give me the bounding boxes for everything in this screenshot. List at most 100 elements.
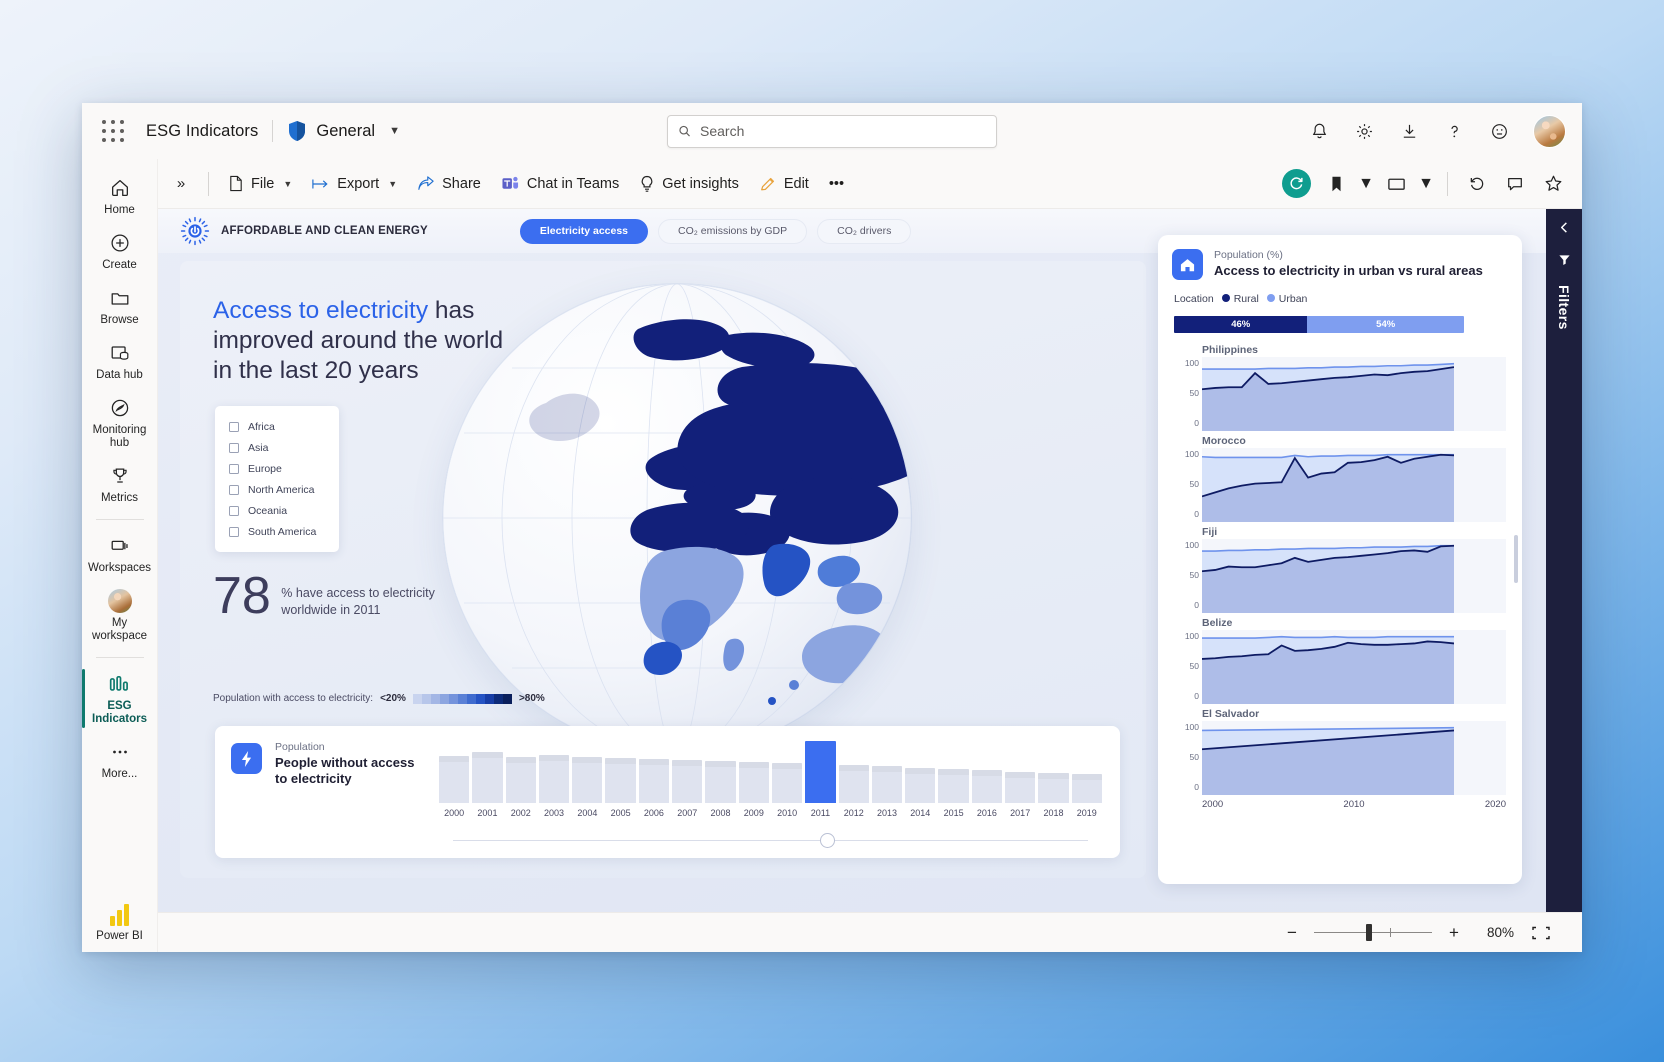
small-multiple-chart[interactable]: 100500Belize xyxy=(1172,617,1506,705)
timeline-bar[interactable] xyxy=(472,752,502,803)
timeline-bar[interactable] xyxy=(938,769,968,803)
timeline-slider-track[interactable] xyxy=(453,840,1088,841)
chevron-double-right-icon[interactable]: » xyxy=(164,167,198,201)
timeline-bar[interactable] xyxy=(1072,774,1102,803)
timeline-bar[interactable] xyxy=(1005,772,1035,803)
filters-panel[interactable]: Filters xyxy=(1546,209,1582,912)
fit-to-page-icon[interactable] xyxy=(1528,922,1554,944)
timeline-bar[interactable] xyxy=(839,765,869,803)
zoom-out-button[interactable]: − xyxy=(1284,923,1300,943)
timeline-year[interactable]: 2019 xyxy=(1072,808,1102,818)
tab-electricity-access[interactable]: Electricity access xyxy=(520,219,648,244)
zoom-slider[interactable] xyxy=(1314,932,1432,933)
timeline-year[interactable]: 2010 xyxy=(772,808,802,818)
sidebar-item-my-workspace[interactable]: My workspace xyxy=(84,582,156,649)
timeline-bar[interactable] xyxy=(905,768,935,803)
zoom-in-button[interactable]: + xyxy=(1446,923,1462,943)
checkbox-icon[interactable] xyxy=(229,485,239,495)
edit-button[interactable]: Edit xyxy=(750,167,818,201)
timeline-bar[interactable] xyxy=(506,757,536,803)
small-multiple-chart[interactable]: 100500El Salvador xyxy=(1172,708,1506,796)
timeline-year[interactable]: 2012 xyxy=(839,808,869,818)
slicer-item-north-america[interactable]: North America xyxy=(229,479,339,500)
timeline-bar[interactable] xyxy=(539,755,569,803)
view-chevron-icon[interactable]: ▼ xyxy=(1417,167,1435,201)
timeline-year[interactable]: 2003 xyxy=(539,808,569,818)
small-multiple-chart[interactable]: 100500Fiji xyxy=(1172,526,1506,614)
slicer-item-europe[interactable]: Europe xyxy=(229,458,339,479)
more-options-button[interactable]: ••• xyxy=(820,167,853,201)
file-button[interactable]: File ▼ xyxy=(219,167,301,201)
bookmark-icon[interactable] xyxy=(1319,167,1353,201)
feedback-icon[interactable] xyxy=(1479,111,1519,151)
timeline-year[interactable]: 2001 xyxy=(472,808,502,818)
timeline-year[interactable]: 2011 xyxy=(805,808,835,818)
sidebar-item-more[interactable]: More... xyxy=(84,733,156,787)
timeline-year[interactable]: 2017 xyxy=(1005,808,1035,818)
small-multiple-chart[interactable]: 100500Philippines xyxy=(1172,344,1506,432)
timeline-year[interactable]: 2005 xyxy=(605,808,635,818)
share-button[interactable]: Share xyxy=(408,167,490,201)
chevron-left-icon[interactable] xyxy=(1558,221,1571,239)
timeline-year[interactable]: 2018 xyxy=(1038,808,1068,818)
tab-co2-emissions-by-gdp[interactable]: CO₂ emissions by GDP xyxy=(658,219,807,244)
timeline-bar[interactable] xyxy=(605,758,635,803)
timeline-bar[interactable] xyxy=(805,741,835,803)
sidebar-item-esg-indicators[interactable]: ESG Indicators xyxy=(84,665,156,732)
legend-item-rural[interactable]: Rural xyxy=(1222,293,1259,305)
checkbox-icon[interactable] xyxy=(229,506,239,516)
timeline-bar[interactable] xyxy=(639,759,669,803)
sidebar-item-browse[interactable]: Browse xyxy=(84,279,156,333)
sidebar-item-monitoring-hub[interactable]: Monitoring hub xyxy=(84,389,156,456)
chevron-down-icon[interactable]: ▼ xyxy=(283,179,292,189)
stack-segment-urban[interactable]: 54% xyxy=(1307,316,1464,333)
help-icon[interactable] xyxy=(1434,111,1474,151)
app-launcher-icon[interactable] xyxy=(96,114,130,148)
channel-selector[interactable]: General ▼ xyxy=(287,120,400,142)
timeline-year[interactable]: 2015 xyxy=(938,808,968,818)
chevron-down-icon[interactable]: ▼ xyxy=(389,125,400,137)
tab-co2-drivers[interactable]: CO₂ drivers xyxy=(817,219,911,244)
bell-icon[interactable] xyxy=(1299,111,1339,151)
sidebar-item-workspaces[interactable]: Workspaces xyxy=(84,527,156,581)
chat-in-teams-button[interactable]: Chat in Teams xyxy=(492,167,628,201)
get-insights-button[interactable]: Get insights xyxy=(630,167,748,201)
sidebar-item-home[interactable]: Home xyxy=(84,169,156,223)
small-multiple-chart[interactable]: 100500Morocco xyxy=(1172,435,1506,523)
chevron-down-icon[interactable]: ▼ xyxy=(388,179,397,189)
sidebar-item-data-hub[interactable]: Data hub xyxy=(84,334,156,388)
timeline-bar[interactable] xyxy=(739,762,769,803)
checkbox-icon[interactable] xyxy=(229,527,239,537)
avatar[interactable] xyxy=(1533,115,1566,148)
slicer-item-south-america[interactable]: South America xyxy=(229,521,339,542)
checkbox-icon[interactable] xyxy=(229,422,239,432)
timeline-year[interactable]: 2002 xyxy=(506,808,536,818)
download-icon[interactable] xyxy=(1389,111,1429,151)
sidebar-item-metrics[interactable]: Metrics xyxy=(84,457,156,511)
legend-item-urban[interactable]: Urban xyxy=(1267,293,1308,305)
stack-segment-rural[interactable]: 46% xyxy=(1174,316,1307,333)
timeline-year[interactable]: 2000 xyxy=(439,808,469,818)
power-bi-logo[interactable]: Power BI xyxy=(84,897,156,951)
timeline-bar[interactable] xyxy=(872,766,902,803)
timeline-year[interactable]: 2016 xyxy=(972,808,1002,818)
urban-rural-stacked-bar[interactable]: 46% 54% xyxy=(1174,316,1464,333)
filter-icon[interactable] xyxy=(1558,253,1571,271)
timeline-bar[interactable] xyxy=(1038,773,1068,803)
slicer-item-asia[interactable]: Asia xyxy=(229,437,339,458)
gear-icon[interactable] xyxy=(1344,111,1384,151)
bookmark-chevron-icon[interactable]: ▼ xyxy=(1357,167,1375,201)
sidebar-item-create[interactable]: Create xyxy=(84,224,156,278)
timeline-bar[interactable] xyxy=(672,760,702,803)
checkbox-icon[interactable] xyxy=(229,464,239,474)
search-input[interactable] xyxy=(700,123,986,139)
timeline-year[interactable]: 2009 xyxy=(739,808,769,818)
search-box[interactable] xyxy=(667,115,997,148)
favorite-star-icon[interactable] xyxy=(1536,167,1570,201)
detail-scrollbar[interactable] xyxy=(1514,535,1518,583)
slicer-item-oceania[interactable]: Oceania xyxy=(229,500,339,521)
timeline-year[interactable]: 2014 xyxy=(905,808,935,818)
reset-icon[interactable] xyxy=(1460,167,1494,201)
timeline-bar[interactable] xyxy=(972,770,1002,803)
timeline-bar[interactable] xyxy=(439,756,469,803)
